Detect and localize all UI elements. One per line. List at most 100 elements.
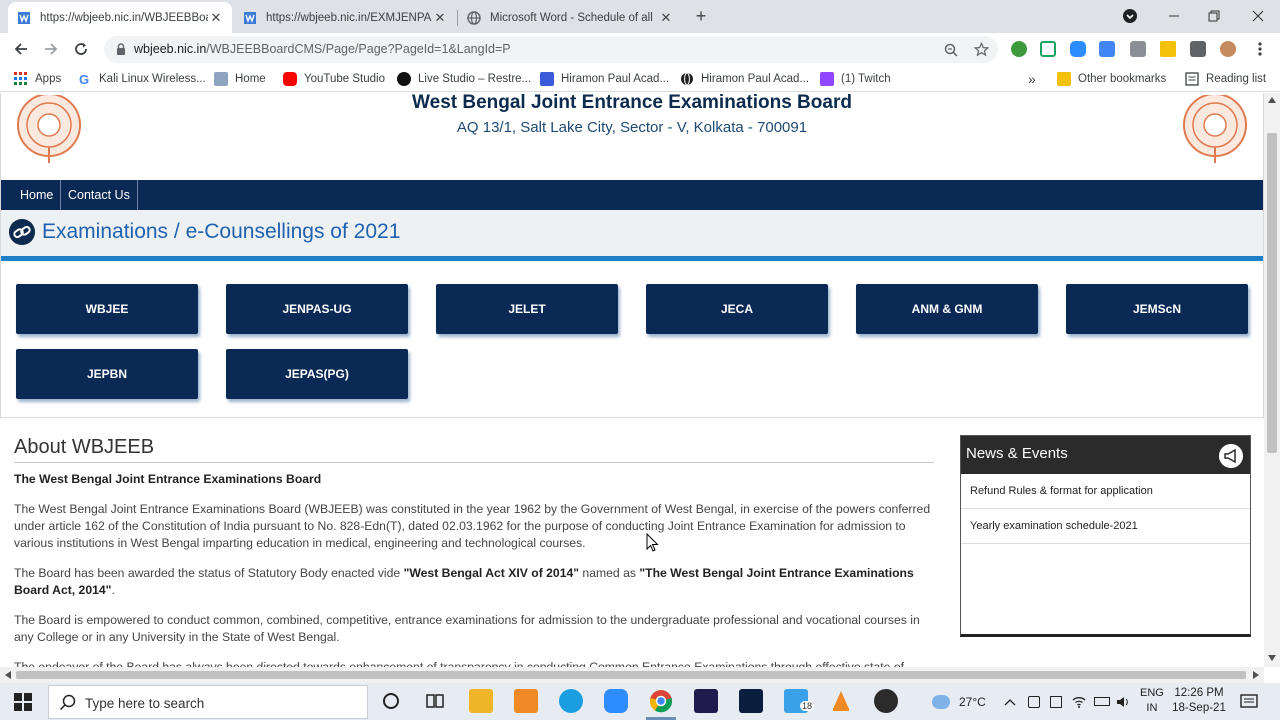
bookmark-star-icon[interactable]	[972, 41, 990, 59]
weather-tray[interactable]: 27°C	[932, 683, 986, 720]
close-tab-icon[interactable]: ✕	[658, 10, 674, 26]
site-address: AQ 13/1, Salt Lake City, Sector - V, Kol…	[456, 119, 808, 136]
bookmark-hiramon-2[interactable]: Hiramon Paul Acad...	[680, 70, 809, 87]
tray-network-icon[interactable]	[1050, 683, 1062, 720]
horizontal-scrollbar[interactable]	[0, 667, 1264, 683]
restore-icon[interactable]	[1202, 4, 1226, 28]
megaphone-icon[interactable]	[1219, 444, 1243, 468]
vertical-scroll-thumb[interactable]	[1267, 133, 1277, 453]
academy-icon	[540, 71, 554, 86]
notifications-icon[interactable]	[1240, 693, 1258, 711]
menu-kebab-icon[interactable]	[1252, 41, 1268, 57]
zoom-app-icon[interactable]	[604, 689, 628, 713]
exam-button-jeca[interactable]: JECA	[646, 284, 828, 334]
exam-button-jemscn[interactable]: JEMScN	[1066, 284, 1248, 334]
exam-button-wbjee[interactable]: WBJEE	[16, 284, 198, 334]
extension-bolt-icon[interactable]	[1160, 41, 1176, 57]
bookmark-kali-linux[interactable]: G Kali Linux Wireless...	[78, 70, 206, 87]
extension-globe-icon[interactable]	[1011, 41, 1027, 57]
horizontal-scroll-thumb[interactable]	[16, 671, 1246, 679]
reading-list-icon	[1185, 71, 1199, 86]
youtube-icon	[283, 71, 297, 86]
about-paragraph-4: The endeavor of the Board has always bee…	[14, 660, 904, 667]
extension-zoom-icon[interactable]	[1070, 41, 1086, 57]
vertical-scrollbar[interactable]	[1264, 93, 1280, 667]
vlc-icon[interactable]	[829, 689, 853, 713]
volume-icon[interactable]	[1116, 683, 1130, 720]
extensions-puzzle-icon[interactable]	[1190, 41, 1206, 57]
new-tab-button[interactable]: +	[690, 6, 712, 28]
exam-button-jelet[interactable]: JELET	[436, 284, 618, 334]
about-title: About WBJEEB	[14, 436, 155, 458]
extension-n-icon[interactable]	[1040, 41, 1056, 57]
minimize-icon[interactable]	[1162, 4, 1186, 28]
nav-home-link[interactable]: Home	[13, 180, 62, 210]
news-item-refund-rules[interactable]: Refund Rules & format for application	[961, 474, 1250, 509]
language-indicator[interactable]: ENG IN	[1140, 686, 1164, 716]
windows-start-icon[interactable]	[14, 693, 32, 711]
reload-icon[interactable]	[69, 37, 93, 61]
battery-icon[interactable]	[1094, 683, 1110, 720]
svg-text:G: G	[79, 72, 89, 86]
twitch-icon	[820, 71, 834, 86]
edge-icon[interactable]	[559, 689, 583, 713]
exam-button-jepbn[interactable]: JEPBN	[16, 349, 198, 399]
scroll-left-icon[interactable]	[5, 671, 11, 679]
bookmark-apps[interactable]: Apps	[14, 70, 61, 87]
scroll-down-icon[interactable]	[1268, 655, 1276, 661]
apps-grid-icon	[14, 71, 28, 86]
address-bar[interactable]: wbjeeb.nic.in/WBJEEBBoardCMS/Page/Page?P…	[104, 36, 998, 63]
bookmark-youtube-studio[interactable]: YouTube Studio	[283, 70, 385, 87]
obs-icon[interactable]	[874, 689, 898, 713]
exam-button-anm-gnm[interactable]: ANM & GNM	[856, 284, 1038, 334]
wbjeeb-favicon-icon	[242, 10, 258, 26]
taskbar-search-box[interactable]: Type here to search	[48, 685, 368, 719]
cortana-circle-icon[interactable]	[379, 689, 403, 713]
photoshop-icon[interactable]	[739, 689, 763, 713]
bookmark-live-studio[interactable]: Live Studio – Restre...	[397, 70, 531, 87]
premiere-pro-icon[interactable]	[694, 689, 718, 713]
news-item-exam-schedule[interactable]: Yearly examination schedule-2021	[961, 509, 1250, 544]
scroll-up-icon[interactable]	[1268, 97, 1276, 103]
nav-contact-link[interactable]: Contact Us	[61, 180, 138, 210]
task-view-icon[interactable]	[423, 689, 447, 713]
other-bookmarks[interactable]: Other bookmarks	[1057, 70, 1166, 87]
news-title: News & Events	[966, 445, 1068, 462]
scroll-right-icon[interactable]	[1253, 671, 1259, 679]
exam-button-jenpas-ug[interactable]: JENPAS-UG	[226, 284, 408, 334]
tab-search-icon[interactable]	[1118, 4, 1142, 28]
extension-translate-icon[interactable]	[1099, 41, 1115, 57]
about-paragraph-3: The Board is empowered to conduct common…	[14, 613, 920, 644]
close-window-icon[interactable]	[1246, 4, 1270, 28]
close-tab-icon[interactable]: ✕	[432, 10, 448, 26]
temperature-text: 27°C	[959, 694, 986, 709]
bookmarks-overflow-chevron[interactable]: »	[1028, 70, 1036, 87]
system-clock[interactable]: 12:26 PM 18-Sep-21	[1168, 686, 1230, 716]
page-viewport: West Bengal Joint Entrance Examinations …	[0, 93, 1264, 667]
tab-wbjeeb-home[interactable]: https://wbjeeb.nic.in/WBJEEBBoa ✕	[8, 2, 232, 33]
tray-sync-icon[interactable]	[1028, 683, 1040, 720]
sublime-text-icon[interactable]	[514, 689, 538, 713]
bookmark-twitch[interactable]: (1) Twitch	[820, 70, 891, 87]
tab-word-schedule[interactable]: Microsoft Word - Schedule of all ✕	[458, 2, 682, 33]
file-explorer-icon[interactable]	[469, 689, 493, 713]
bookmark-home[interactable]: Home	[214, 70, 266, 87]
reading-list[interactable]: Reading list	[1185, 70, 1266, 87]
forward-arrow-icon[interactable]	[39, 37, 63, 61]
chrome-icon[interactable]	[649, 689, 673, 713]
globe-icon	[466, 10, 482, 26]
bookmark-hiramon-1[interactable]: Hiramon Paul Acad...	[540, 70, 669, 87]
zoom-search-icon[interactable]	[942, 41, 960, 59]
about-paragraph-2: The Board has been awarded the status of…	[14, 566, 914, 597]
tab-exmjenpas[interactable]: https://wbjeeb.nic.in/EXMJENPAS ✕	[234, 2, 456, 33]
site-title: West Bengal Joint Entrance Examinations …	[412, 93, 852, 113]
show-hidden-icons-chevron[interactable]	[1004, 683, 1016, 720]
back-arrow-icon[interactable]	[9, 37, 33, 61]
profile-avatar[interactable]	[1220, 41, 1236, 57]
extension-image-icon[interactable]	[1130, 41, 1146, 57]
wifi-icon[interactable]	[1072, 683, 1086, 720]
exam-button-jepas-pg[interactable]: JEPAS(PG)	[226, 349, 408, 399]
clock-date: 18-Sep-21	[1172, 702, 1226, 714]
lock-icon[interactable]	[114, 42, 128, 56]
close-tab-icon[interactable]: ✕	[208, 10, 224, 26]
